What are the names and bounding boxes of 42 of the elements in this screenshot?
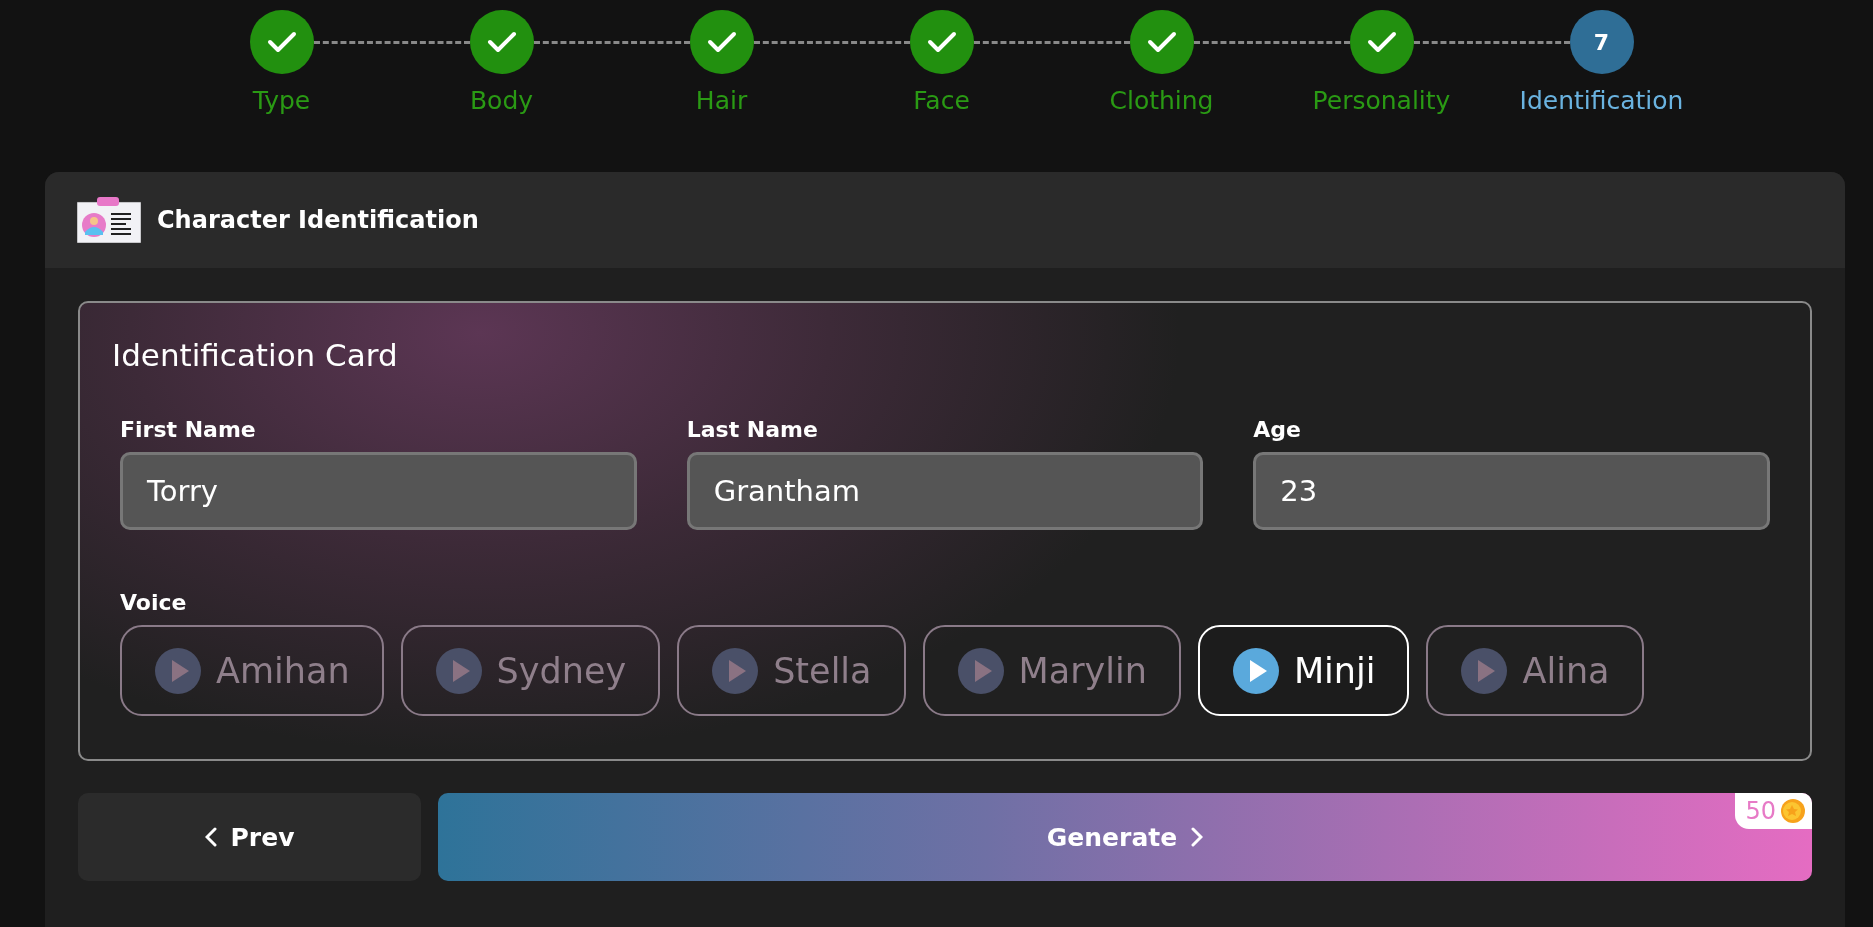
field-label: Age xyxy=(1253,417,1303,442)
card-title: Identification Card xyxy=(112,337,399,373)
voice-option[interactable]: Minji xyxy=(1197,625,1410,716)
check-icon xyxy=(926,30,957,54)
step-label: Face xyxy=(913,86,970,115)
voice-option[interactable]: Sydney xyxy=(400,625,661,716)
id-card-icon xyxy=(77,197,141,243)
step-label: Clothing xyxy=(1109,86,1214,115)
field-label: First Name xyxy=(120,417,257,442)
check-icon xyxy=(486,30,517,54)
play-icon xyxy=(956,646,1005,695)
chevron-left-icon xyxy=(204,827,217,847)
step-label: Identification xyxy=(1519,86,1684,115)
check-icon xyxy=(1366,30,1397,54)
voice-label: Voice xyxy=(120,590,188,615)
step-label: Personality xyxy=(1312,86,1451,115)
coin-icon xyxy=(1780,798,1806,824)
prev-button[interactable]: Prev xyxy=(78,793,421,881)
voice-option[interactable]: Amihan xyxy=(120,625,384,716)
play-icon xyxy=(1231,646,1280,695)
generate-button[interactable]: Generate 50 xyxy=(438,793,1812,881)
field-label: Last Name xyxy=(686,417,819,442)
step-label: Body xyxy=(469,86,534,115)
check-icon xyxy=(266,30,297,54)
check-icon xyxy=(706,30,737,54)
step-circle[interactable]: 7 xyxy=(1569,10,1634,74)
voice-option[interactable]: Stella xyxy=(677,625,906,716)
step-label: Hair xyxy=(695,86,748,115)
text-field[interactable]: Torry xyxy=(120,452,637,530)
play-icon xyxy=(1460,646,1509,695)
play-icon xyxy=(154,646,202,695)
play-icon xyxy=(711,646,760,695)
text-field[interactable]: Grantham xyxy=(686,452,1204,530)
step-label: Type xyxy=(252,86,311,115)
chevron-right-icon xyxy=(1191,827,1204,847)
play-icon xyxy=(434,646,483,695)
voice-option[interactable]: Alina xyxy=(1426,625,1644,716)
voice-option[interactable]: Marylin xyxy=(922,625,1181,716)
check-icon xyxy=(1146,30,1177,54)
panel-title: Character Identification xyxy=(157,206,479,234)
cost-amount: 50 xyxy=(1745,797,1776,825)
text-field[interactable]: 23 xyxy=(1253,452,1770,530)
